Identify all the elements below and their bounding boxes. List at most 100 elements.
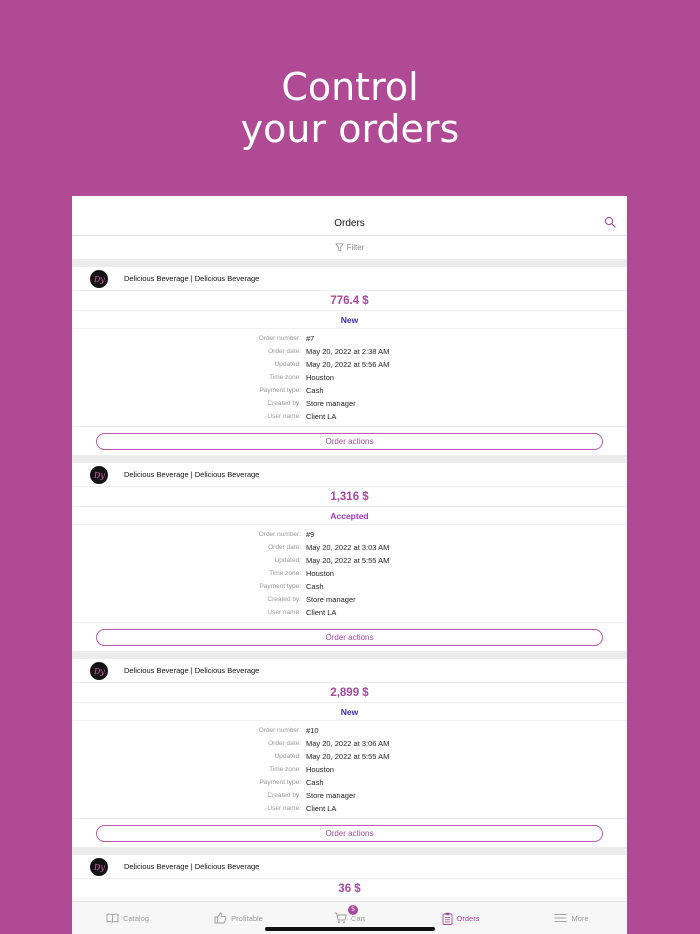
tab-catalog[interactable]: Catalog <box>72 902 183 934</box>
detail-value: Cash <box>306 778 324 787</box>
clipboard-icon <box>442 912 452 925</box>
order-details: Order number: #7 Order date: May 20, 2022 a… <box>72 329 627 427</box>
detail-label: Payment type: <box>259 779 301 786</box>
order-amount: 2,899 $ <box>72 683 627 703</box>
tab-more[interactable]: More <box>516 902 627 934</box>
order-card: Dy Delicious Beverage | Delicious Beverag… <box>72 267 627 455</box>
detail-label: Payment type: <box>259 583 301 590</box>
detail-value: Houston <box>306 373 334 382</box>
app-screen: Orders Filter Dy Delicious Beverage | Del… <box>72 196 627 934</box>
actions-row: Order actions <box>72 819 627 847</box>
detail-label: Order date: <box>268 348 301 355</box>
detail-row: Order date: May 20, 2022 at 3:03 AM <box>72 541 627 554</box>
store-logo: Dy <box>90 857 108 876</box>
thumbs-up-icon <box>214 912 227 924</box>
hero-line-2: your orders <box>240 107 460 151</box>
tab-more-label: More <box>571 913 589 923</box>
svg-text:Dy: Dy <box>93 667 105 676</box>
tab-profitable-label: Profitable <box>231 913 263 923</box>
order-card: Dy Delicious Beverage | Delicious Beverag… <box>72 855 627 899</box>
detail-value: Cash <box>306 386 324 395</box>
detail-row: Order date: May 20, 2022 at 3:06 AM <box>72 737 627 750</box>
detail-row: Time zone: Houston <box>72 371 627 384</box>
menu-icon <box>554 914 567 922</box>
search-icon[interactable] <box>604 216 616 228</box>
detail-label: Time zone: <box>269 766 301 773</box>
detail-label: Order date: <box>268 740 301 747</box>
detail-value: #9 <box>306 530 315 539</box>
detail-label: Created by: <box>267 400 301 407</box>
detail-value: May 20, 2022 at 2:38 AM <box>306 347 390 356</box>
book-icon <box>106 913 119 923</box>
order-actions-button[interactable]: Order actions <box>96 824 603 842</box>
detail-value: Houston <box>306 569 334 578</box>
store-name: Delicious Beverage | Delicious Beverage <box>124 470 260 479</box>
detail-label: Order date: <box>268 544 301 551</box>
home-indicator <box>265 927 435 931</box>
card-separator <box>72 847 627 855</box>
detail-row: Order number: #10 <box>72 724 627 737</box>
order-card: Dy Delicious Beverage | Delicious Beverag… <box>72 659 627 847</box>
detail-label: Updated: <box>274 557 301 564</box>
detail-value: May 20, 2022 at 5:56 AM <box>306 360 390 369</box>
detail-row: Order date: May 20, 2022 at 2:38 AM <box>72 345 627 358</box>
detail-row: Created by: Store manager <box>72 397 627 410</box>
detail-value: Client LA <box>306 608 337 617</box>
store-name: Delicious Beverage | Delicious Beverage <box>124 666 260 675</box>
order-actions-button[interactable]: Order actions <box>96 432 603 450</box>
order-amount: 776.4 $ <box>72 291 627 311</box>
detail-row: User name: Client LA <box>72 606 627 619</box>
store-header: Dy Delicious Beverage | Delicious Beverag… <box>72 659 627 683</box>
store-header: Dy Delicious Beverage | Delicious Beverag… <box>72 267 627 291</box>
order-amount: 1,316 $ <box>72 487 627 507</box>
cart-icon <box>334 912 347 924</box>
svg-text:Dy: Dy <box>93 471 105 480</box>
detail-value: May 20, 2022 at 5:55 AM <box>306 752 390 761</box>
store-logo: Dy <box>90 465 108 484</box>
detail-value: Cash <box>306 582 324 591</box>
store-header: Dy Delicious Beverage | Delicious Beverag… <box>72 463 627 487</box>
detail-label: Order number: <box>258 531 301 538</box>
order-status: New <box>72 703 627 721</box>
card-separator <box>72 455 627 463</box>
detail-value: May 20, 2022 at 3:06 AM <box>306 739 390 748</box>
actions-row: Order actions <box>72 623 627 651</box>
detail-label: Payment type: <box>259 387 301 394</box>
hero-line-1: Control <box>281 65 419 109</box>
store-header: Dy Delicious Beverage | Delicious Beverag… <box>72 855 627 879</box>
detail-value: May 20, 2022 at 3:03 AM <box>306 543 390 552</box>
detail-row: Payment type: Cash <box>72 580 627 593</box>
order-details: Order number: #9 Order date: May 20, 2022 a… <box>72 525 627 623</box>
tab-orders-label: Orders <box>456 913 480 923</box>
filter-icon <box>334 243 344 252</box>
cart-badge: 5 <box>348 905 358 915</box>
detail-label: Created by: <box>267 596 301 603</box>
hero-heading: Control your orders <box>0 66 700 150</box>
detail-value: Store manager <box>306 595 356 604</box>
detail-value: Houston <box>306 765 334 774</box>
detail-value: Store manager <box>306 399 356 408</box>
detail-row: User name: Client LA <box>72 410 627 423</box>
card-separator <box>72 259 627 267</box>
detail-label: Order number: <box>258 335 301 342</box>
detail-row: Updated: May 20, 2022 at 5:56 AM <box>72 358 627 371</box>
order-card: Dy Delicious Beverage | Delicious Beverag… <box>72 463 627 651</box>
svg-text:Dy: Dy <box>93 275 105 284</box>
order-actions-button[interactable]: Order actions <box>96 628 603 646</box>
detail-label: User name: <box>267 413 301 420</box>
navigation-bar: Orders <box>72 196 627 236</box>
detail-row: Updated: May 20, 2022 at 5:55 AM <box>72 554 627 567</box>
order-amount: 36 $ <box>72 879 627 899</box>
page-title: Orders <box>334 218 365 229</box>
detail-value: May 20, 2022 at 5:55 AM <box>306 556 390 565</box>
detail-label: Updated: <box>274 753 301 760</box>
store-logo: Dy <box>90 269 108 288</box>
detail-row: Time zone: Houston <box>72 763 627 776</box>
detail-row: Order number: #7 <box>72 332 627 345</box>
store-logo: Dy <box>90 661 108 680</box>
order-status: Accepted <box>72 507 627 525</box>
filter-button[interactable]: Filter <box>72 236 627 259</box>
detail-value: #10 <box>306 726 319 735</box>
detail-label: Updated: <box>274 361 301 368</box>
detail-row: Time zone: Houston <box>72 567 627 580</box>
